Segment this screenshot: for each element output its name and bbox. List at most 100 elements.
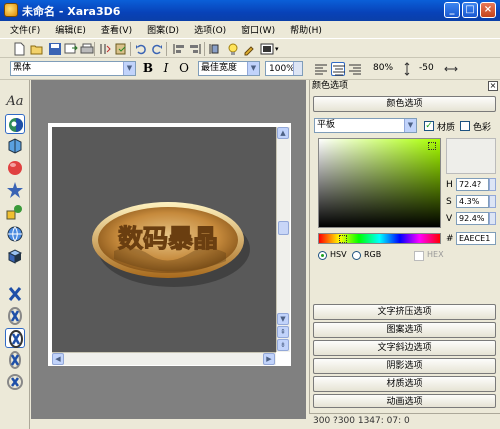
- text-3d-label: 数码暴晶: [118, 224, 218, 253]
- kerning-field[interactable]: -50: [416, 61, 446, 76]
- box-tool-icon[interactable]: [5, 246, 25, 266]
- color-pick-icon[interactable]: [242, 42, 256, 56]
- maximize-button[interactable]: □: [462, 2, 478, 18]
- window-title: 未命名 - Xara3D6: [22, 5, 121, 18]
- color-swatch: [446, 138, 496, 174]
- menu-options[interactable]: 选项(O): [194, 23, 226, 36]
- x-pulse-tool-icon[interactable]: [5, 350, 25, 370]
- x-swing-tool-icon[interactable]: [5, 328, 25, 348]
- horizontal-scrollbar[interactable]: ◀ ▶: [52, 352, 276, 365]
- print-icon[interactable]: [80, 42, 94, 56]
- color-tool-icon[interactable]: [5, 114, 25, 134]
- rgb-radio[interactable]: [352, 251, 361, 260]
- s-spinner[interactable]: [489, 195, 496, 208]
- shading-select[interactable]: 平板 ▼: [314, 118, 417, 133]
- scroll-up-icon[interactable]: ▲: [277, 127, 289, 139]
- hue-slider[interactable]: [318, 233, 441, 244]
- line-spacing-icon: [400, 62, 414, 76]
- view-mode-icon[interactable]: [260, 42, 274, 56]
- toolbar-separator: [204, 42, 205, 56]
- new-file-icon[interactable]: [12, 42, 26, 56]
- s-input[interactable]: 4.3%: [456, 195, 489, 208]
- bold-button[interactable]: B: [141, 61, 155, 76]
- menu-window[interactable]: 窗口(W): [241, 23, 275, 36]
- spinner-icon[interactable]: [293, 62, 302, 75]
- shapes-tool-icon[interactable]: [5, 202, 25, 222]
- scroll-thumb[interactable]: [278, 221, 289, 235]
- vertical-scrollbar[interactable]: ▲ ▼ ⇞ ⇟: [276, 127, 290, 352]
- menu-file[interactable]: 文件(F): [10, 23, 40, 36]
- align-left-icon[interactable]: [172, 42, 186, 56]
- material-checkbox[interactable]: ✓: [424, 121, 434, 131]
- chevron-down-icon[interactable]: ▾: [275, 42, 282, 56]
- open-folder-icon[interactable]: [30, 42, 44, 56]
- menu-design[interactable]: 图案(D): [147, 23, 179, 36]
- zoom-field[interactable]: 100%: [265, 61, 303, 76]
- menu-help[interactable]: 帮助(H): [290, 23, 322, 36]
- undo-icon[interactable]: [134, 42, 148, 56]
- color-checkbox[interactable]: [460, 121, 470, 131]
- kerning-value: -50: [419, 63, 434, 73]
- app-icon: [4, 3, 18, 17]
- color-label: 色彩: [473, 123, 492, 133]
- width-mode-value: 最佳宽度: [201, 63, 238, 73]
- design-canvas[interactable]: 数码暴晶: [52, 127, 277, 352]
- extrude-options-button[interactable]: 文字挤压选项: [313, 304, 496, 320]
- redo-icon[interactable]: [150, 42, 164, 56]
- hex-input[interactable]: EAECE1: [456, 232, 496, 245]
- panel-close-icon[interactable]: ×: [488, 81, 498, 91]
- page-down-icon[interactable]: ⇟: [277, 339, 289, 351]
- saturation-value-picker[interactable]: [318, 138, 441, 228]
- hue-cursor: [339, 235, 347, 243]
- v-input[interactable]: 92.4%: [456, 212, 489, 225]
- align-objects-icon[interactable]: [208, 42, 222, 56]
- text-tool-icon[interactable]: Aa: [5, 92, 25, 112]
- x-spin-tool-icon[interactable]: [5, 306, 25, 326]
- scroll-right-icon[interactable]: ▶: [263, 353, 275, 365]
- title-bar: 未命名 - Xara3D6 _ □ ×: [0, 0, 500, 21]
- shading-select-value: 平板: [317, 120, 336, 130]
- light-bulb-icon[interactable]: [226, 42, 240, 56]
- italic-button[interactable]: I: [159, 61, 173, 76]
- h-input[interactable]: 72.4?: [456, 178, 489, 191]
- picker-cursor: [428, 142, 436, 150]
- x-rotate-tool-icon[interactable]: [5, 284, 25, 304]
- justify-right-icon[interactable]: [348, 62, 362, 76]
- shape-tool-icon[interactable]: [5, 158, 25, 178]
- texture-options-button[interactable]: 材质选项: [313, 376, 496, 392]
- h-spinner[interactable]: [489, 178, 496, 191]
- save-icon[interactable]: [48, 42, 62, 56]
- align-right-icon[interactable]: [188, 42, 202, 56]
- extrude-tool-icon[interactable]: [5, 136, 25, 156]
- x-fade-tool-icon[interactable]: [5, 372, 25, 392]
- shadow-options-button[interactable]: 阴影选项: [313, 358, 496, 374]
- menu-view[interactable]: 查看(V): [101, 23, 132, 36]
- minimize-button[interactable]: _: [444, 2, 460, 18]
- globe-tool-icon[interactable]: [5, 224, 25, 244]
- material-label: 材质: [437, 123, 456, 133]
- color-options-header[interactable]: 颜色选项: [313, 96, 496, 112]
- v-spinner[interactable]: [489, 212, 496, 225]
- bevel-options-button[interactable]: 文字斜边选项: [313, 340, 496, 356]
- design-options-button[interactable]: 图案选项: [313, 322, 496, 338]
- hex-checkbox[interactable]: [414, 251, 424, 261]
- line-spacing-field[interactable]: 80%: [370, 61, 404, 76]
- justify-center-icon[interactable]: [331, 62, 345, 76]
- outline-button[interactable]: O: [177, 61, 191, 76]
- cut-icon[interactable]: [98, 42, 112, 56]
- justify-left-icon[interactable]: [314, 62, 328, 76]
- status-bar: 300 ?300 1347: 07: 0: [309, 413, 500, 429]
- export-icon[interactable]: [64, 42, 78, 56]
- hsv-radio[interactable]: [318, 251, 327, 260]
- font-select[interactable]: 黑体 ▼: [10, 61, 136, 76]
- star-tool-icon[interactable]: [5, 180, 25, 200]
- close-button[interactable]: ×: [480, 2, 496, 18]
- chevron-down-icon: ▼: [404, 119, 416, 132]
- menu-edit[interactable]: 编辑(E): [55, 23, 86, 36]
- scroll-left-icon[interactable]: ◀: [52, 353, 64, 365]
- page-up-icon[interactable]: ⇞: [277, 326, 289, 338]
- width-mode-select[interactable]: 最佳宽度 ▼: [198, 61, 260, 76]
- scroll-down-icon[interactable]: ▼: [277, 313, 289, 325]
- animation-options-button[interactable]: 动画选项: [313, 394, 496, 408]
- paste-icon[interactable]: [114, 42, 128, 56]
